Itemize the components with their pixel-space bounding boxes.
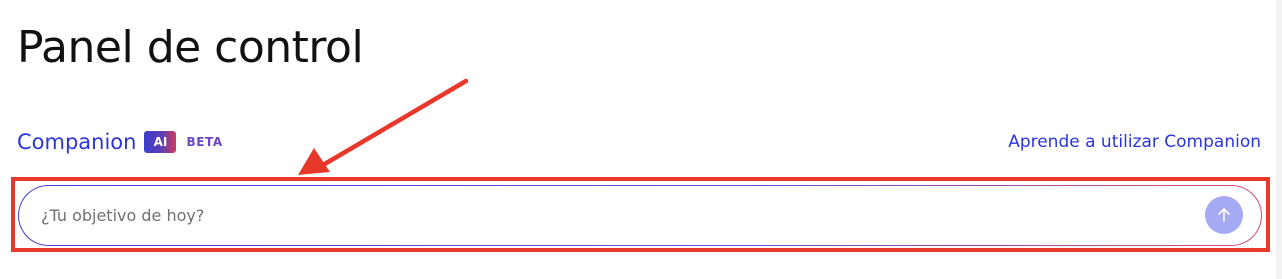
learn-companion-link[interactable]: Aprende a utilizar Companion bbox=[1008, 128, 1261, 156]
companion-header: Companion AI BETA bbox=[17, 126, 223, 158]
beta-label: BETA bbox=[186, 135, 223, 149]
page-edge-strip bbox=[1276, 0, 1282, 279]
annotation-highlight-box bbox=[11, 177, 1270, 252]
page-title: Panel de control bbox=[17, 22, 364, 73]
ai-badge: AI bbox=[144, 131, 177, 153]
companion-title: Companion bbox=[17, 130, 137, 154]
